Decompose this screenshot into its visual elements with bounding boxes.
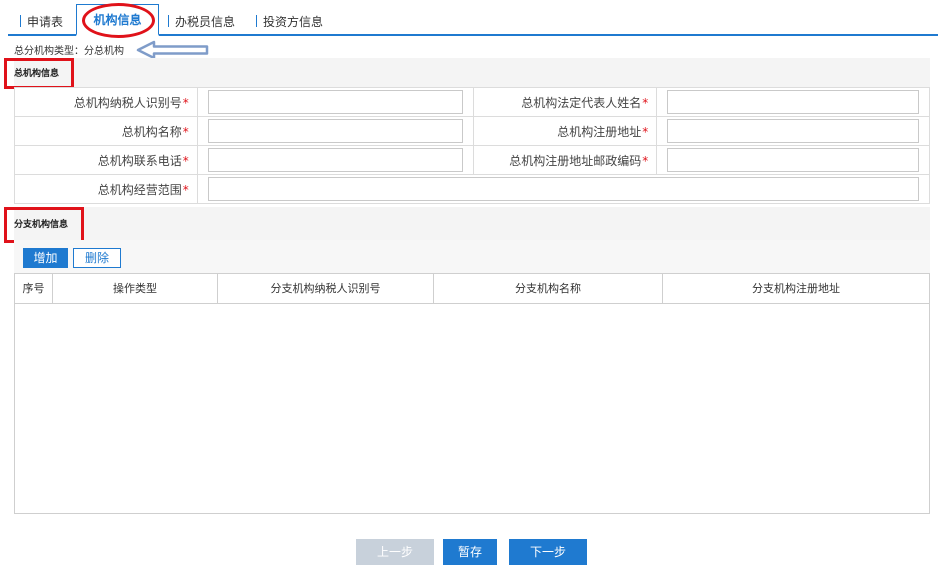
phone-input[interactable] — [207, 148, 464, 172]
phone-label: 总机构联系电话* — [14, 145, 198, 175]
column-header-operation: 操作类型 — [53, 274, 218, 304]
scope-input[interactable] — [207, 177, 919, 201]
phone-label-text: 总机构联系电话 — [97, 153, 182, 168]
scope-cell — [196, 174, 931, 204]
tab-org-info-label: 机构信息 — [93, 13, 142, 27]
tab-application-label: 申请表 — [27, 15, 64, 29]
tab-separator — [168, 15, 169, 27]
tab-investor-label: 投资方信息 — [263, 15, 324, 29]
form-row: 总机构名称* 总机构注册地址* — [14, 116, 930, 146]
name-label-text: 总机构名称 — [121, 124, 182, 139]
name-input[interactable] — [207, 119, 464, 143]
hq-form: 总机构纳税人识别号* 总机构法定代表人姓名* 总机构名称* 总机构注册地址* 总… — [14, 87, 931, 204]
tab-taxpayer-staff-label: 办税员信息 — [175, 15, 236, 29]
column-header-branch-tax-id: 分支机构纳税人识别号 — [218, 274, 434, 304]
tax-id-label-text: 总机构纳税人识别号 — [73, 95, 182, 110]
legal-rep-input[interactable] — [667, 90, 919, 114]
tax-id-label: 总机构纳税人识别号* — [14, 87, 198, 117]
postcode-cell — [656, 145, 930, 175]
column-header-index: 序号 — [15, 274, 53, 304]
scope-label: 总机构经营范围* — [14, 174, 198, 204]
form-row: 总机构经营范围* — [14, 174, 931, 204]
legal-rep-label-text: 总机构法定代表人姓名 — [521, 95, 642, 110]
add-button[interactable]: 增加 — [23, 248, 68, 268]
required-mark: * — [642, 124, 649, 139]
reg-address-input[interactable] — [667, 119, 919, 143]
reg-address-cell — [656, 116, 930, 146]
hq-section-header — [14, 58, 930, 87]
reg-address-label: 总机构注册地址* — [473, 116, 658, 146]
delete-button[interactable]: 删除 — [73, 248, 121, 268]
legal-rep-cell — [656, 87, 930, 117]
hq-section-title: 总机构信息 — [14, 69, 60, 79]
branch-table: 序号 操作类型 分支机构纳税人识别号 分支机构名称 分支机构注册地址 — [14, 273, 930, 514]
tab-separator — [256, 15, 257, 27]
postcode-input[interactable] — [667, 148, 919, 172]
column-header-branch-address: 分支机构注册地址 — [752, 282, 840, 295]
tab-taxpayer-staff[interactable]: 办税员信息 — [168, 10, 235, 34]
postcode-label: 总机构注册地址邮政编码* — [473, 145, 658, 175]
tab-bar: 申请表 机构信息 办税员信息 投资方信息 — [8, 4, 938, 36]
table-header: 序号 操作类型 分支机构纳税人识别号 分支机构名称 分支机构注册地址 — [15, 274, 929, 304]
scope-label-text: 总机构经营范围 — [97, 182, 182, 197]
name-label: 总机构名称* — [14, 116, 198, 146]
prev-step-button[interactable]: 上一步 — [356, 539, 434, 565]
tab-application[interactable]: 申请表 — [20, 10, 63, 34]
required-mark: * — [182, 124, 189, 139]
column-header-branch-name: 分支机构名称 — [434, 274, 663, 304]
reg-address-label-text: 总机构注册地址 — [557, 124, 642, 139]
postcode-label-text: 总机构注册地址邮政编码 — [509, 153, 642, 168]
annotation-arrow-icon — [136, 40, 209, 60]
next-step-button[interactable]: 下一步 — [509, 539, 587, 565]
tax-id-cell — [196, 87, 475, 117]
required-mark: * — [182, 153, 189, 168]
tab-org-info[interactable]: 机构信息 — [76, 4, 159, 36]
required-mark: * — [182, 182, 189, 197]
tax-id-input[interactable] — [207, 90, 464, 114]
tab-investor[interactable]: 投资方信息 — [256, 10, 323, 34]
legal-rep-label: 总机构法定代表人姓名* — [473, 87, 658, 117]
tab-separator — [20, 15, 21, 27]
branch-toolbar — [14, 240, 930, 273]
org-type-text: 总分机构类型：分总机构 — [14, 46, 124, 57]
name-cell — [196, 116, 475, 146]
branch-section-header — [14, 207, 930, 240]
form-row: 总机构联系电话* 总机构注册地址邮政编码* — [14, 145, 930, 175]
phone-cell — [196, 145, 475, 175]
form-row: 总机构纳税人识别号* 总机构法定代表人姓名* — [14, 87, 930, 117]
required-mark: * — [642, 95, 649, 110]
branch-section-title: 分支机构信息 — [14, 220, 69, 230]
required-mark: * — [182, 95, 189, 110]
save-draft-button[interactable]: 暂存 — [443, 539, 497, 565]
required-mark: * — [642, 153, 649, 168]
